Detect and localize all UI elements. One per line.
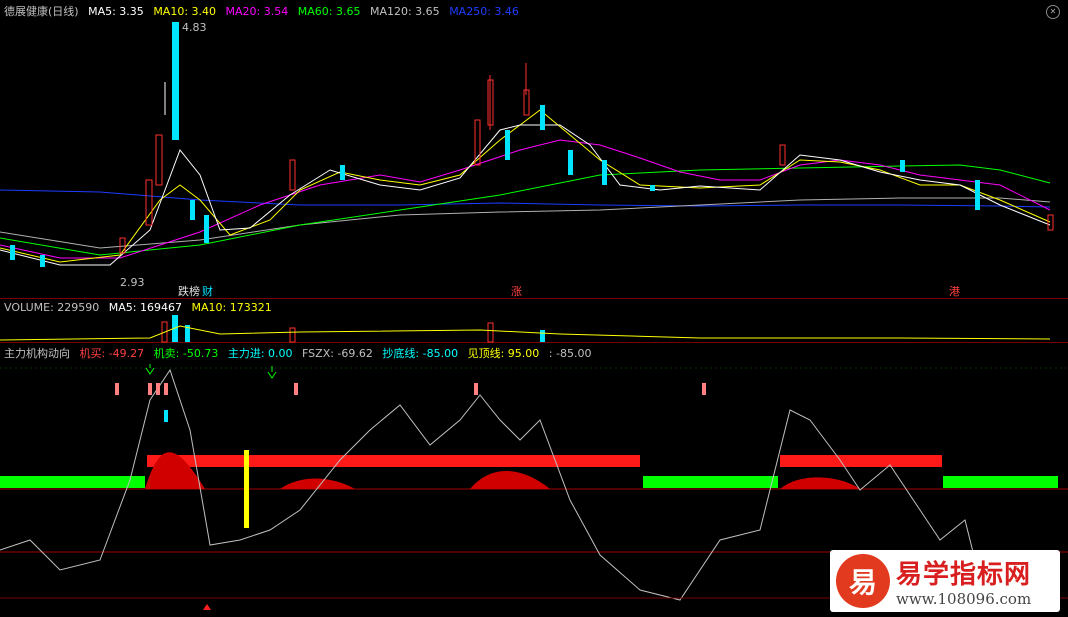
candle-series	[10, 22, 1054, 267]
main-entry-bar	[244, 450, 249, 528]
ma20-line	[0, 139, 1051, 259]
chart-canvas[interactable]	[0, 0, 1068, 617]
ma10-line	[0, 109, 1051, 263]
logo-url: www.108096.com	[896, 590, 1032, 608]
logo-badge: 易	[836, 554, 890, 608]
buy-area	[470, 471, 550, 489]
event-tag[interactable]: 港	[947, 283, 962, 299]
ma5-line	[0, 124, 1051, 266]
event-tag[interactable]: 跌榜	[176, 283, 202, 299]
ma120-line	[0, 197, 1051, 249]
volume-bars	[0, 315, 1051, 343]
red-bar-band	[147, 455, 942, 467]
low-price-label: 2.93	[120, 276, 145, 289]
event-tag[interactable]: 财	[200, 283, 215, 299]
site-logo: 易 易学指标网 www.108096.com	[830, 550, 1060, 612]
event-tag[interactable]: 涨	[509, 283, 524, 299]
logo-name: 易学指标网	[896, 560, 1032, 590]
high-price-label: 4.83	[182, 21, 207, 34]
buy-area	[780, 477, 860, 489]
